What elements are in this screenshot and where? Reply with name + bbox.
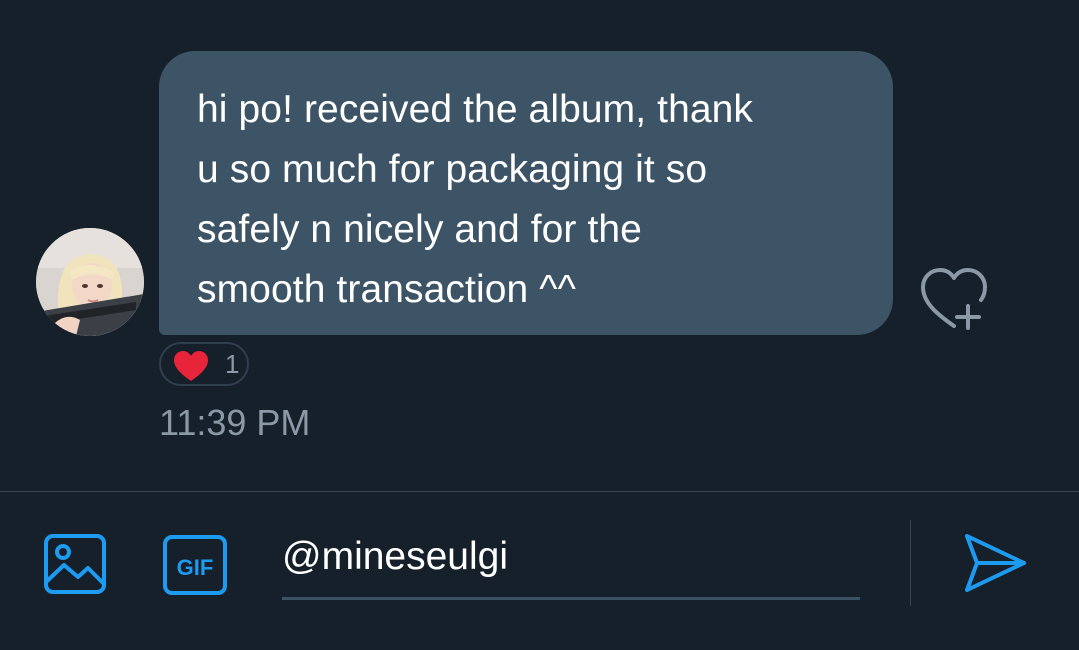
add-reaction-button[interactable] (918, 266, 990, 332)
add-media-button[interactable] (42, 532, 108, 596)
avatar[interactable] (36, 228, 144, 336)
message-bubble[interactable]: hi po! received the album, thank u so mu… (159, 51, 893, 335)
gif-icon: GIF (163, 535, 227, 595)
message-input[interactable] (282, 524, 860, 600)
dm-conversation-screen: hi po! received the album, thank u so mu… (0, 0, 1079, 650)
composer-divider (0, 491, 1079, 492)
red-heart-icon (174, 351, 208, 381)
send-button[interactable] (962, 532, 1028, 594)
send-divider (910, 520, 911, 606)
image-icon (44, 534, 106, 594)
heart-plus-icon (921, 268, 987, 330)
gif-label: GIF (177, 555, 214, 580)
reaction-count: 1 (225, 349, 240, 379)
add-gif-button[interactable]: GIF (161, 533, 229, 597)
avatar-image (36, 228, 144, 336)
message-timestamp: 11:39 PM (159, 402, 311, 443)
reaction-pill[interactable]: 1 (159, 342, 249, 386)
send-icon (965, 534, 1026, 592)
